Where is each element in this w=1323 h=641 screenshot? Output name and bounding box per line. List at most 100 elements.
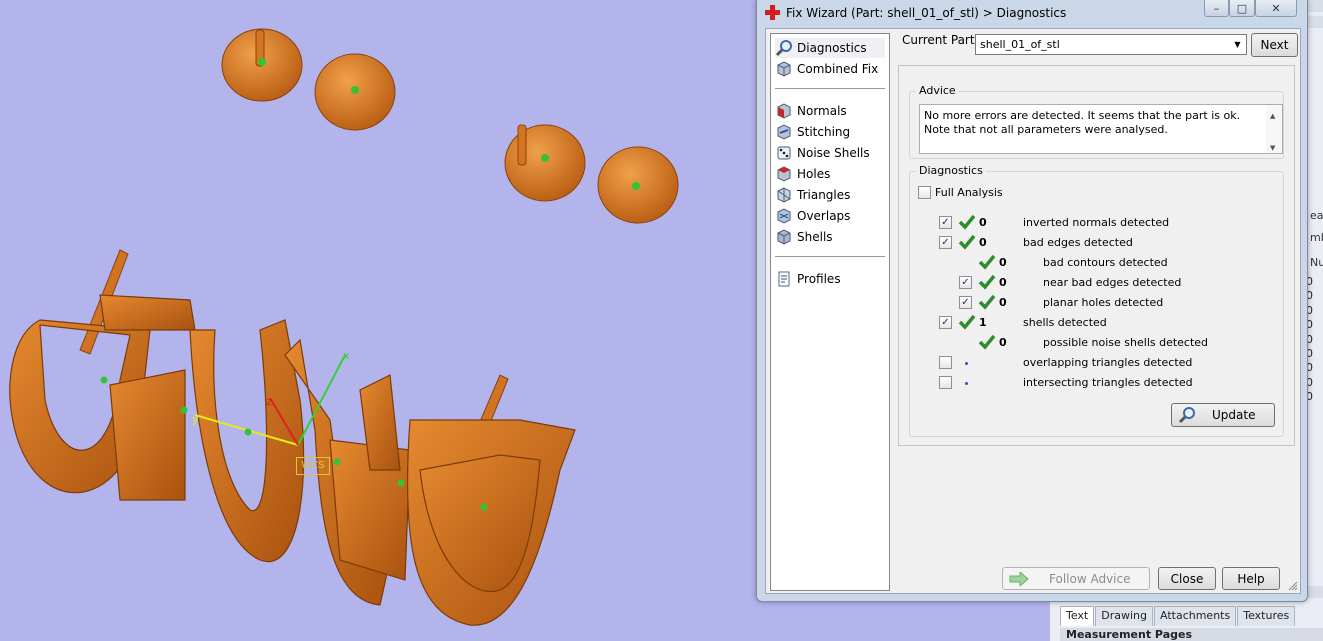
chevron-down-icon: ▼ [1234, 40, 1241, 49]
bad-edges-checkbox[interactable]: ✓ [939, 236, 952, 249]
maximize-button[interactable]: □ [1229, 0, 1255, 17]
magnifier-icon [775, 40, 792, 57]
nav-item-overlaps[interactable]: Overlaps [775, 206, 885, 226]
check-icon [978, 274, 996, 290]
nav-item-stitching[interactable]: Stitching [775, 122, 885, 142]
axis-x-label: x [343, 349, 350, 362]
triangle-icon [777, 187, 791, 203]
current-part-value: shell_01_of_stl [980, 38, 1060, 51]
bg-fragment: mbe [1310, 231, 1323, 244]
shells-checkbox[interactable]: ✓ [939, 316, 952, 329]
check-icon [978, 334, 996, 350]
close-button[interactable]: Close [1158, 567, 1216, 590]
wcs-label: WCS [296, 457, 330, 475]
cube-red-face-icon [777, 103, 791, 119]
update-button[interactable]: Update [1171, 403, 1275, 427]
bg-fragment: Nu [1310, 256, 1323, 269]
resize-grip-icon[interactable] [1288, 581, 1298, 591]
nav-item-shells[interactable]: Shells [775, 227, 885, 247]
near-bad-edges-count: 0 [999, 276, 1007, 289]
dice-icon [777, 146, 791, 160]
nav-item-triangles[interactable]: Triangles [775, 185, 885, 205]
full-analysis-label: Full Analysis [935, 186, 1003, 199]
intersecting-triangles-checkbox[interactable] [939, 376, 952, 389]
planar-holes-label: planar holes detected [1043, 296, 1164, 309]
bg-number-column: 0 0 0 0 0 0 0 0 0 [1306, 275, 1313, 404]
axis-z-label: z [266, 395, 272, 408]
bg-fragment: ean [1310, 209, 1323, 222]
scroll-up-icon[interactable]: ▲ [1270, 109, 1275, 123]
near-bad-edges-checkbox[interactable]: ✓ [959, 276, 972, 289]
axis-y-label: y [192, 413, 199, 426]
arrow-right-icon [1009, 571, 1029, 586]
advice-text: No more errors are detected. It seems th… [924, 109, 1241, 136]
nav-item-profiles[interactable]: Profiles [775, 269, 885, 289]
overlapping-triangles-label: overlapping triangles detected [1023, 356, 1193, 369]
disc-part [314, 53, 396, 131]
cube-hole-icon [777, 166, 791, 182]
nav-item-normals[interactable]: Normals [775, 101, 885, 121]
check-icon [958, 314, 976, 330]
diagnostics-title: Diagnostics [916, 164, 986, 177]
overlapping-triangles-checkbox[interactable] [939, 356, 952, 369]
fix-nav-list: Diagnostics Combined Fix Normals Stitchi… [770, 33, 890, 591]
inverted-normals-count: 0 [979, 216, 987, 229]
cube-icon [777, 61, 791, 77]
disc-part [504, 124, 586, 202]
advice-group: Advice No more errors are detected. It s… [909, 84, 1284, 159]
current-part-label: Current Part: [902, 33, 979, 47]
dialog-client: Diagnostics Combined Fix Normals Stitchi… [765, 28, 1301, 594]
tab-text[interactable]: Text [1060, 606, 1095, 626]
nav-item-holes[interactable]: Holes [775, 164, 885, 184]
advice-text-box[interactable]: No more errors are detected. It seems th… [919, 104, 1283, 154]
advice-title: Advice [916, 84, 959, 97]
measurement-pages-header: Measurement Pages [1060, 628, 1323, 641]
window-title: Fix Wizard (Part: shell_01_of_stl) > Dia… [786, 6, 1067, 20]
bad-contours-label: bad contours detected [1043, 256, 1168, 269]
inverted-normals-label: inverted normals detected [1023, 216, 1170, 229]
help-button[interactable]: Help [1222, 567, 1280, 590]
nav-item-diagnostics[interactable]: Diagnostics [775, 38, 885, 58]
bad-edges-label: bad edges detected [1023, 236, 1133, 249]
tab-attachments[interactable]: Attachments [1154, 606, 1237, 626]
pending-dot-icon [965, 362, 968, 365]
bg-tab-strip: Text Drawing Attachments Textures [1060, 606, 1296, 626]
advice-scrollbar[interactable]: ▲ ▼ [1266, 105, 1282, 153]
disc-part [221, 28, 303, 102]
pending-dot-icon [965, 382, 968, 385]
check-icon [958, 234, 976, 250]
bad-edges-count: 0 [979, 236, 987, 249]
tab-drawing[interactable]: Drawing [1095, 606, 1153, 626]
red-cross-icon [765, 5, 780, 20]
check-icon [978, 294, 996, 310]
planar-holes-count: 0 [999, 296, 1007, 309]
shells-icon [777, 229, 791, 245]
close-window-button[interactable]: ✕ [1255, 0, 1297, 17]
planar-holes-checkbox[interactable]: ✓ [959, 296, 972, 309]
fix-wizard-dialog: Fix Wizard (Part: shell_01_of_stl) > Dia… [756, 0, 1308, 602]
check-icon [958, 214, 976, 230]
title-bar[interactable]: Fix Wizard (Part: shell_01_of_stl) > Dia… [757, 0, 1307, 26]
nav-item-noise-shells[interactable]: Noise Shells [775, 143, 885, 163]
scroll-down-icon[interactable]: ▼ [1270, 141, 1275, 155]
cube-stitch-icon [777, 124, 791, 140]
next-button[interactable]: Next [1251, 33, 1298, 57]
bad-contours-count: 0 [999, 256, 1007, 269]
current-part-select[interactable]: shell_01_of_stl ▼ [975, 34, 1247, 55]
diagnostics-panel: Advice No more errors are detected. It s… [898, 65, 1295, 446]
near-bad-edges-label: near bad edges detected [1043, 276, 1182, 289]
noise-shells-label: possible noise shells detected [1043, 336, 1209, 349]
noise-shells-count: 0 [999, 336, 1007, 349]
tab-textures[interactable]: Textures [1237, 606, 1296, 626]
follow-advice-button[interactable]: Follow Advice [1002, 567, 1150, 590]
magnifier-icon [1178, 407, 1195, 424]
full-analysis-checkbox[interactable] [918, 186, 931, 199]
inverted-normals-checkbox[interactable]: ✓ [939, 216, 952, 229]
intersecting-triangles-label: intersecting triangles detected [1023, 376, 1193, 389]
ring-part [9, 294, 576, 626]
check-icon [978, 254, 996, 270]
shells-label: shells detected [1023, 316, 1107, 329]
diagnostics-group: Diagnostics Full Analysis ✓ 0 inverted n… [909, 164, 1284, 437]
nav-item-combined-fix[interactable]: Combined Fix [775, 59, 885, 79]
minimize-button[interactable]: – [1204, 0, 1229, 17]
